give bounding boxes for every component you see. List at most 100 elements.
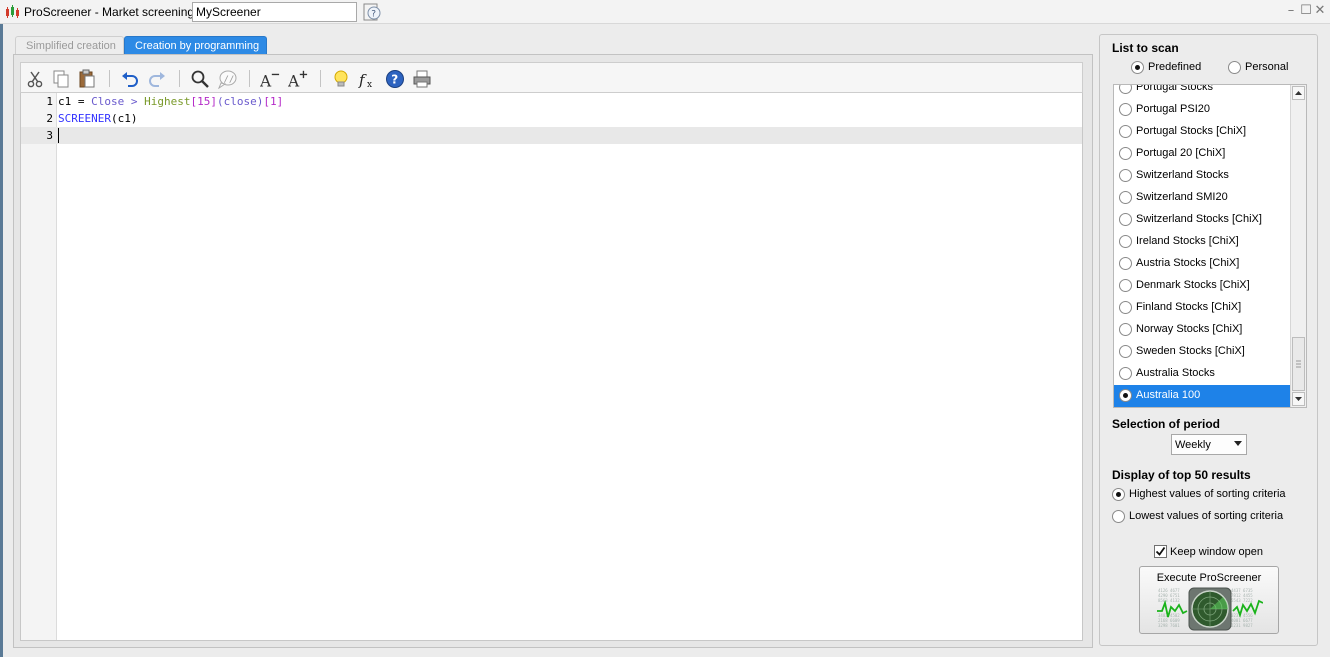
code-text: SCREENER(c1) <box>58 112 138 125</box>
list-item[interactable]: Switzerland SMI20 <box>1114 187 1290 209</box>
line-number: 3 <box>46 129 53 142</box>
list-item-label: Switzerland Stocks <box>1136 169 1229 181</box>
tab-simplified-creation[interactable]: Simplified creation <box>15 36 124 55</box>
scroll-down-icon[interactable] <box>1292 392 1305 406</box>
personal-radio[interactable] <box>1228 61 1241 74</box>
idea-icon[interactable] <box>331 69 351 89</box>
svg-text:A: A <box>260 72 272 89</box>
help-document-icon[interactable]: ? <box>362 3 382 21</box>
scroll-up-icon[interactable] <box>1292 86 1305 100</box>
list-item-radio[interactable] <box>1119 213 1132 226</box>
execute-proscreener-button[interactable]: Execute ProScreener 4126 4677 4290 6751 … <box>1139 566 1279 634</box>
list-item-radio[interactable] <box>1119 323 1132 336</box>
window-title: ProScreener - Market screening - <box>24 5 202 19</box>
line-number: 1 <box>46 95 53 108</box>
screener-name-input[interactable] <box>192 2 357 22</box>
list-item[interactable]: Portugal PSI20 <box>1114 99 1290 121</box>
period-value: Weekly <box>1175 439 1211 451</box>
list-item[interactable]: Austria Stocks [ChiX] <box>1114 253 1290 275</box>
execute-button-label: Execute ProScreener <box>1156 572 1262 584</box>
code-text: c1 = Close > Highest[15](close)[1] <box>58 95 284 108</box>
text-caret <box>58 128 59 143</box>
personal-label[interactable]: Personal <box>1245 61 1288 73</box>
list-item[interactable]: Denmark Stocks [ChiX] <box>1114 275 1290 297</box>
tab-creation-by-programming[interactable]: Creation by programming <box>124 36 267 55</box>
code-editor[interactable]: 1 c1 = Close > Highest[15](close)[1] 2 S… <box>20 93 1083 641</box>
undo-icon[interactable] <box>120 69 140 89</box>
list-item-radio[interactable] <box>1119 389 1132 402</box>
font-increase-icon[interactable]: A <box>288 69 308 89</box>
paste-icon[interactable] <box>77 69 97 89</box>
list-item-radio[interactable] <box>1119 345 1132 358</box>
period-title: Selection of period <box>1112 417 1221 431</box>
copy-icon[interactable] <box>51 69 71 89</box>
list-item-radio[interactable] <box>1119 147 1132 160</box>
predefined-radio[interactable] <box>1131 61 1144 74</box>
list-scrollbar[interactable] <box>1290 85 1306 407</box>
lowest-values-radio[interactable] <box>1112 510 1125 523</box>
predefined-label[interactable]: Predefined <box>1148 61 1201 73</box>
comment-icon[interactable]: // <box>217 69 237 89</box>
list-item[interactable]: Portugal Stocks [ChiX] <box>1114 121 1290 143</box>
radar-scan-icon: 4126 4677 4290 6751 8563 4132 3402 4502 … <box>1157 587 1263 631</box>
title-bar: ProScreener - Market screening - ? – ☐ ✕ <box>0 0 1330 24</box>
code-line-current[interactable]: 3 <box>21 127 1082 144</box>
list-to-scan-title: List to scan <box>1112 41 1179 55</box>
toolbar-separator <box>249 70 250 87</box>
list-item-label: Switzerland Stocks [ChiX] <box>1136 213 1262 225</box>
list-item-label: Denmark Stocks [ChiX] <box>1136 279 1250 291</box>
font-decrease-icon[interactable]: A <box>260 69 280 89</box>
editor-toolbar: // A A f x ? <box>20 62 1083 93</box>
code-line[interactable]: 2 SCREENER(c1) <box>21 110 1082 127</box>
highest-values-radio[interactable] <box>1112 488 1125 501</box>
svg-text:2231 9827: 2231 9827 <box>1231 623 1253 628</box>
market-list[interactable]: Portugal Stocks Portugal PSI20 Portugal … <box>1113 84 1307 408</box>
list-item-radio[interactable] <box>1119 301 1132 314</box>
highest-values-label[interactable]: Highest values of sorting criteria <box>1129 488 1286 500</box>
svg-text://: // <box>224 75 235 85</box>
list-item[interactable]: Finland Stocks [ChiX] <box>1114 297 1290 319</box>
help-icon[interactable]: ? <box>385 69 405 89</box>
list-item-radio[interactable] <box>1119 125 1132 138</box>
list-item-radio[interactable] <box>1119 191 1132 204</box>
keep-window-open-checkbox[interactable] <box>1154 545 1167 558</box>
scroll-thumb[interactable] <box>1292 337 1305 391</box>
list-item[interactable]: Norway Stocks [ChiX] <box>1114 319 1290 341</box>
list-item[interactable]: Ireland Stocks [ChiX] <box>1114 231 1290 253</box>
close-icon[interactable]: ✕ <box>1313 3 1327 19</box>
maximize-icon[interactable]: ☐ <box>1299 3 1313 19</box>
list-item-radio[interactable] <box>1119 367 1132 380</box>
keep-window-open-label[interactable]: Keep window open <box>1170 546 1263 558</box>
list-item-radio[interactable] <box>1119 85 1132 94</box>
period-dropdown[interactable]: Weekly <box>1171 434 1247 455</box>
toolbar-separator <box>109 70 110 87</box>
svg-text:x: x <box>367 80 372 89</box>
function-icon[interactable]: f x <box>358 69 378 89</box>
toolbar-separator <box>179 70 180 87</box>
list-item-label: Portugal Stocks [ChiX] <box>1136 125 1247 137</box>
list-item-radio[interactable] <box>1119 257 1132 270</box>
list-item[interactable]: Switzerland Stocks <box>1114 165 1290 187</box>
list-item[interactable]: Switzerland Stocks [ChiX] <box>1114 209 1290 231</box>
print-icon[interactable] <box>412 69 432 89</box>
redo-icon[interactable] <box>147 69 167 89</box>
list-item[interactable]: Australia Stocks <box>1114 363 1290 385</box>
lowest-values-label[interactable]: Lowest values of sorting criteria <box>1129 510 1283 522</box>
list-item-radio[interactable] <box>1119 235 1132 248</box>
list-item-label: Portugal 20 [ChiX] <box>1136 147 1226 159</box>
list-item-radio[interactable] <box>1119 169 1132 182</box>
list-item[interactable]: Portugal 20 [ChiX] <box>1114 143 1290 165</box>
svg-text:?: ? <box>391 73 398 87</box>
search-icon[interactable] <box>190 69 210 89</box>
list-item-radio[interactable] <box>1119 279 1132 292</box>
svg-text:3298 7601: 3298 7601 <box>1158 623 1180 628</box>
list-item[interactable]: Portugal Stocks <box>1114 84 1290 99</box>
list-item-label: Portugal Stocks <box>1136 84 1214 93</box>
list-item-label: Australia 100 <box>1136 389 1201 401</box>
cut-icon[interactable] <box>25 69 45 89</box>
minimize-icon[interactable]: – <box>1284 3 1298 19</box>
list-item[interactable]: Sweden Stocks [ChiX] <box>1114 341 1290 363</box>
list-item-radio[interactable] <box>1119 103 1132 116</box>
list-item-selected[interactable]: Australia 100 <box>1114 385 1290 407</box>
code-line[interactable]: 1 c1 = Close > Highest[15](close)[1] <box>21 93 1082 110</box>
